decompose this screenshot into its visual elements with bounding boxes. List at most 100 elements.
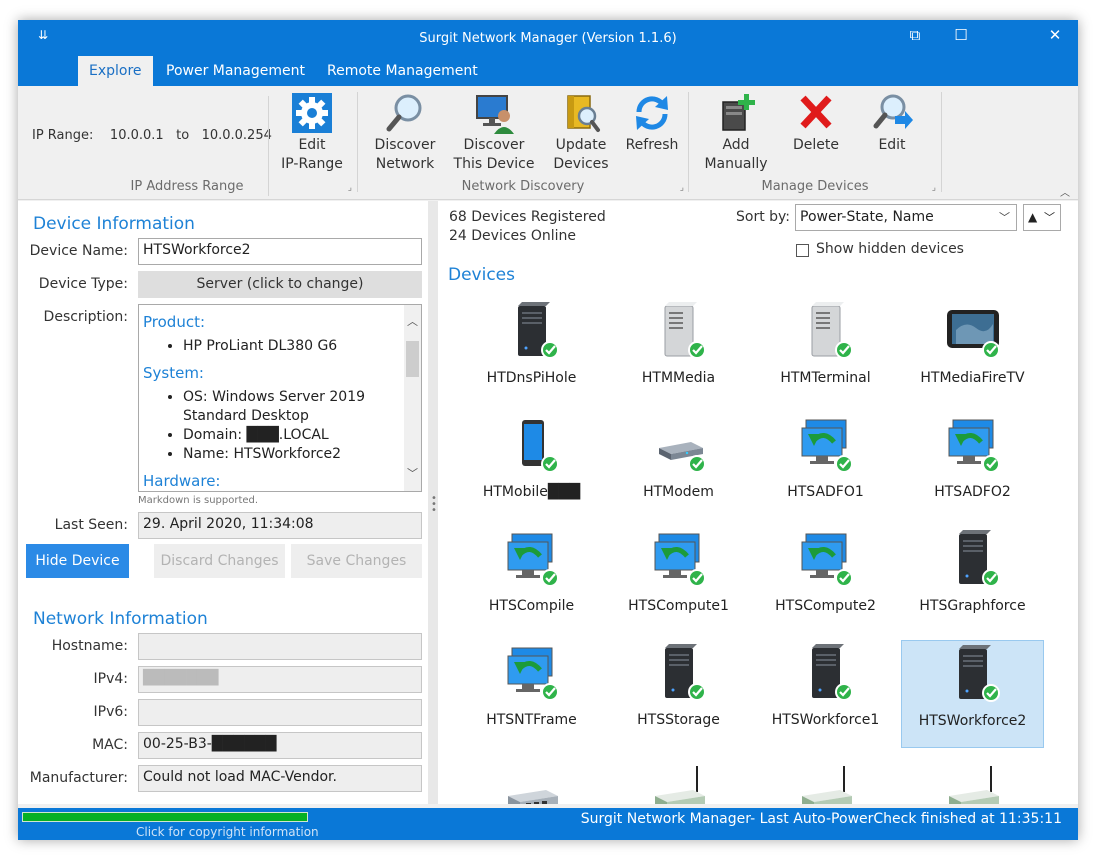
discover-network-button[interactable]: Discover Network [366,92,444,174]
update-devices-label-2: Devices [553,156,609,172]
device-tile[interactable]: HTSNTFrame [460,640,603,748]
update-devices-button[interactable]: Update Devices [544,92,618,174]
hide-device-button[interactable]: Hide Device [26,544,129,578]
device-tile[interactable]: HTSWorkforce2 [901,640,1044,748]
collapse-ribbon-icon[interactable]: ︿ [1060,184,1070,199]
list-item: Domain: ███.LOCAL [183,426,421,445]
remote-device-icon [948,419,1000,473]
device-tile[interactable]: HTMMedia [607,298,750,406]
ribbon-separator [688,92,689,192]
device-detail-panel: Device Information Device Name: HTSWorkf… [18,201,428,804]
device-name: HTSCompute1 [628,598,729,614]
dialog-launcher-icon[interactable]: ⌟ [680,183,684,193]
device-tile[interactable] [460,754,603,804]
scrollbar-thumb[interactable] [406,341,419,377]
list-item: HP ProLiant DL380 G6 [183,337,421,356]
dialog-launcher-icon[interactable]: ⌟ [348,183,352,193]
compact-mode-button[interactable]: ⧉ [892,20,938,52]
status-text: Surgit Network Manager- Last Auto-PowerC… [580,811,1062,827]
device-tile[interactable]: HTMediaFireTV [901,298,1044,406]
device-tile[interactable] [901,754,1044,804]
device-tile[interactable] [754,754,897,804]
magnifier-icon [386,94,422,132]
device-tile[interactable]: HTSWorkforce1 [754,640,897,748]
phone-device-icon [521,420,559,473]
device-type-label: Device Type: [38,276,128,292]
show-hidden-checkbox[interactable] [796,244,809,257]
group-label-network-discovery: Network Discovery [461,179,585,194]
device-name-label: Device Name: [29,243,128,259]
refresh-button[interactable]: Refresh [620,92,684,155]
manufacturer-label: Manufacturer: [29,770,128,786]
ipv6-label: IPv6: [93,704,128,720]
copyright-link[interactable]: Click for copyright information [136,825,319,839]
device-name: HTSADFO1 [787,484,864,500]
group-label-ip-range: IP Address Range [130,179,244,194]
tab-explore[interactable]: Explore [78,56,153,86]
device-tile[interactable]: HTSCompute2 [754,526,897,634]
devices-title: Devices [448,265,515,285]
device-tile[interactable]: HTSGraphforce [901,526,1044,634]
ribbon: IP Range: 10.0.0.1 to 10.0.0.254 Edit IP… [18,86,1078,200]
desc-heading-product: Product: [143,313,206,331]
remote-device-icon [654,533,706,587]
close-button[interactable]: ✕ [1032,20,1078,52]
delete-x-icon [800,95,832,129]
panel-splitter[interactable]: • • • [428,201,438,804]
device-name: HTSStorage [637,712,720,728]
ribbon-separator [941,92,942,192]
device-tile[interactable]: HTModem [607,412,750,520]
tab-power-management[interactable]: Power Management [155,56,316,86]
device-name: HTSWorkforce2 [918,713,1027,729]
desc-product-list: HP ProLiant DL380 G6 [183,337,421,356]
description-scrollbar[interactable]: ︿ ﹀ [404,305,421,491]
server-light-device-icon [811,302,853,359]
edit-ip-range-button[interactable]: Edit IP-Range [276,92,348,174]
maximize-button[interactable]: ☐ [938,20,984,52]
sort-by-label: Sort by: [736,209,791,225]
device-tile[interactable]: HTSStorage [607,640,750,748]
ribbon-tabs: Explore Power Management Remote Manageme… [18,56,1078,86]
remote-device-icon [507,647,559,701]
gear-icon [292,93,332,133]
ipv4-field: ███████ [138,666,422,693]
device-tile[interactable]: HTSCompute1 [607,526,750,634]
last-seen-label: Last Seen: [54,517,128,533]
device-tile[interactable]: HTMTerminal [754,298,897,406]
device-tile[interactable]: HTSCompile [460,526,603,634]
device-tile[interactable] [607,754,750,804]
markdown-hint: Markdown is supported. [138,495,259,506]
device-tile[interactable]: HTSADFO2 [901,412,1044,520]
device-tile[interactable]: HTSADFO1 [754,412,897,520]
device-tile[interactable]: HTMobile███ [460,412,603,520]
sort-select[interactable]: Power-State, Name ﹀ [795,204,1017,231]
server-device-icon [958,530,1000,587]
router-device-icon [948,766,999,804]
save-changes-button[interactable]: Save Changes [291,544,422,578]
edit-ip-range-label-1: Edit [298,137,326,153]
hostname-field [138,633,422,660]
sort-order-button[interactable]: ▲ ﹀ [1023,204,1061,231]
device-name: HTSCompute2 [775,598,876,614]
desc-heading-system: System: [143,364,204,382]
server-device-icon [811,644,853,701]
device-tile[interactable]: HTDnsPiHole [460,298,603,406]
dialog-launcher-icon[interactable]: ⌟ [932,183,936,193]
description-field[interactable]: Product: HP ProLiant DL380 G6 System: OS… [138,304,422,492]
add-manually-button[interactable]: Add Manually [698,92,774,174]
device-type-button[interactable]: Server (click to change) [138,271,422,298]
device-name-field[interactable]: HTSWorkforce2 [138,238,422,265]
discard-changes-button[interactable]: Discard Changes [154,544,285,578]
splitter-grip-icon[interactable]: • • • [431,494,437,516]
desc-system-list: OS: Windows Server 2019 Standard Desktop… [183,388,421,464]
edit-device-button[interactable]: Edit [862,92,922,155]
list-item: OS: Windows Server 2019 Standard Desktop [183,388,421,426]
server-device-icon [517,302,559,359]
scroll-down-icon[interactable]: ﹀ [404,465,421,481]
ribbon-group-ip-range: IP Range: 10.0.0.1 to 10.0.0.254 Edit IP… [18,90,356,196]
tab-remote-management[interactable]: Remote Management [316,56,489,86]
scroll-up-icon[interactable]: ︿ [404,313,421,329]
show-hidden-label[interactable]: Show hidden devices [816,241,964,257]
delete-button[interactable]: Delete [784,92,848,155]
discover-this-device-button[interactable]: Discover This Device [446,92,542,174]
